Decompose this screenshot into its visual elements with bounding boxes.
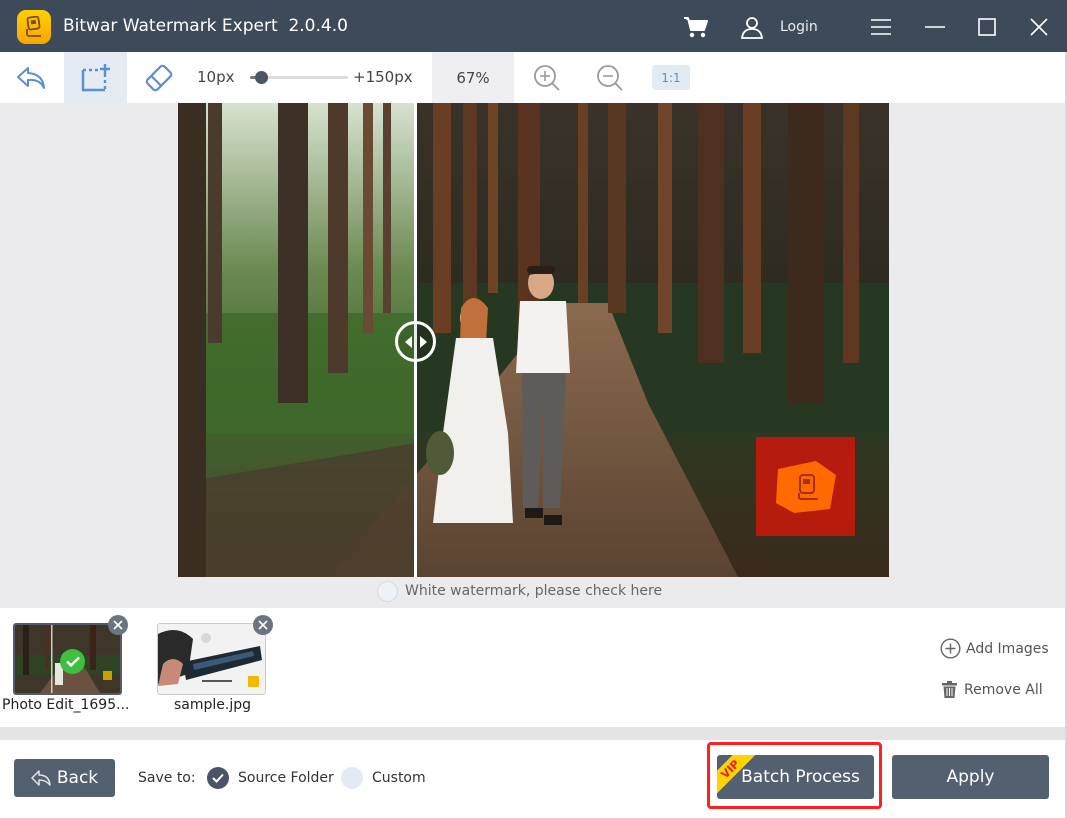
apply-label: Apply bbox=[946, 767, 995, 787]
thumbnail-name: sample.jpg bbox=[174, 697, 252, 713]
plus-circle-icon bbox=[940, 638, 961, 659]
separator bbox=[0, 727, 1067, 740]
undo-button[interactable] bbox=[0, 52, 64, 103]
compare-handle[interactable] bbox=[395, 321, 436, 362]
thumbnail-item[interactable] bbox=[157, 623, 266, 695]
zoom-in-icon bbox=[534, 64, 560, 91]
save-to-label: Save to: bbox=[138, 770, 196, 786]
zoom-level: 67% bbox=[432, 52, 514, 103]
image-canvas: White watermark, please check here bbox=[0, 103, 1067, 608]
trash-icon bbox=[942, 681, 957, 698]
cart-icon[interactable] bbox=[682, 14, 710, 40]
menu-icon[interactable] bbox=[868, 14, 894, 40]
remove-all-label: Remove All bbox=[964, 681, 1043, 698]
back-label: Back bbox=[56, 768, 99, 788]
eraser-icon bbox=[145, 64, 172, 91]
custom-radio[interactable] bbox=[341, 767, 363, 789]
app-logo-icon bbox=[17, 10, 51, 44]
back-button[interactable]: Back bbox=[14, 759, 115, 797]
user-icon[interactable] bbox=[738, 14, 766, 40]
remove-all-button[interactable]: Remove All bbox=[942, 681, 1043, 698]
custom-label[interactable]: Custom bbox=[372, 770, 426, 786]
source-folder-radio[interactable] bbox=[207, 767, 229, 789]
close-icon bbox=[258, 620, 268, 630]
white-watermark-checkbox[interactable] bbox=[377, 580, 398, 602]
back-arrow-icon bbox=[31, 770, 51, 786]
white-watermark-label: White watermark, please check here bbox=[405, 583, 663, 599]
add-images-label: Add Images bbox=[966, 640, 1049, 657]
rect-select-tool[interactable] bbox=[64, 52, 127, 103]
eraser-tool[interactable] bbox=[127, 52, 190, 103]
close-icon[interactable] bbox=[1026, 14, 1052, 40]
brush-size-min-label: 10px bbox=[197, 68, 235, 86]
batch-process-label: Batch Process bbox=[741, 767, 860, 787]
brush-size-slider[interactable] bbox=[250, 71, 348, 84]
brush-size-slider-thumb[interactable] bbox=[254, 71, 268, 84]
close-icon bbox=[113, 620, 123, 630]
zoom-in-button[interactable] bbox=[530, 52, 564, 103]
zoom-out-icon bbox=[597, 64, 623, 91]
title-bar: Bitwar Watermark Expert 2.0.4.0 Login bbox=[0, 0, 1067, 52]
left-right-arrows-icon bbox=[404, 335, 427, 348]
undo-icon bbox=[17, 66, 45, 89]
remove-thumbnail-2-button[interactable] bbox=[253, 615, 273, 635]
batch-process-button[interactable]: VIP Batch Process bbox=[717, 755, 874, 799]
toolbar: 10px +150px 67% 1:1 bbox=[0, 52, 1067, 103]
watermark-logo[interactable] bbox=[756, 437, 855, 536]
white-watermark-option[interactable]: White watermark, please check here bbox=[377, 580, 662, 602]
processed-check-icon bbox=[60, 649, 85, 674]
thumbnail-item[interactable] bbox=[13, 623, 122, 695]
login-link[interactable]: Login bbox=[780, 19, 818, 35]
rect-select-icon bbox=[81, 63, 110, 91]
apply-button[interactable]: Apply bbox=[892, 755, 1049, 799]
thumbnail-image bbox=[158, 624, 265, 694]
thumbnail-name: Photo Edit_1695... bbox=[2, 697, 130, 713]
thumbnail-strip: Photo Edit_1695... sample.jpg Add Images bbox=[0, 608, 1067, 727]
app-title: Bitwar Watermark Expert 2.0.4.0 bbox=[63, 16, 348, 36]
check-icon bbox=[212, 773, 224, 783]
bottom-bar: Back Save to: Source Folder Custom VIP B… bbox=[0, 740, 1067, 818]
remove-thumbnail-1-button[interactable] bbox=[108, 615, 128, 635]
zoom-out-button[interactable] bbox=[593, 52, 627, 103]
actual-size-button[interactable]: 1:1 bbox=[652, 65, 690, 90]
source-folder-label[interactable]: Source Folder bbox=[238, 770, 334, 786]
brush-size-max-label: +150px bbox=[353, 68, 413, 86]
minimize-icon[interactable] bbox=[922, 14, 948, 40]
add-images-button[interactable]: Add Images bbox=[940, 638, 1049, 659]
preview-photo[interactable] bbox=[178, 103, 889, 577]
watermark-logo-icon bbox=[776, 461, 836, 513]
maximize-icon[interactable] bbox=[974, 14, 1000, 40]
